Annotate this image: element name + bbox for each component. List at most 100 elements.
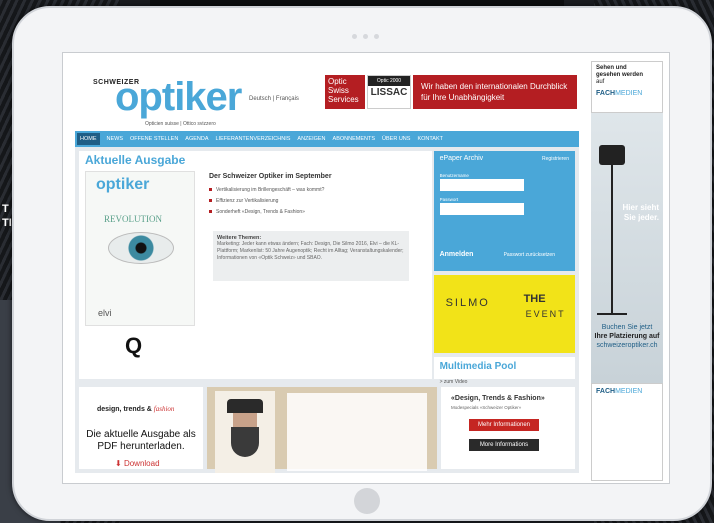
home-button[interactable] bbox=[354, 488, 380, 514]
cover-title: optiker bbox=[96, 176, 150, 193]
article-title: Der Schweizer Optiker im September bbox=[209, 173, 332, 180]
nav-news[interactable]: NEWS bbox=[107, 136, 124, 142]
sky-buchen-text: Buchen Sie jetzt Ihre Platzierung auf sc… bbox=[593, 323, 661, 350]
background-text: T TI bbox=[2, 202, 12, 230]
current-issue-panel: Aktuelle Ausgabe optiker REVOLUTION elvi… bbox=[79, 151, 432, 379]
article-bullet[interactable]: Effizienz zur Vertikalisierung bbox=[209, 198, 324, 204]
download-label: Download bbox=[123, 459, 160, 468]
background-text-line2: TI bbox=[2, 217, 12, 229]
mehr-informationen-button[interactable]: Mehr Informationen bbox=[469, 419, 539, 431]
username-label: Benutzername bbox=[439, 173, 469, 178]
man-photo bbox=[215, 391, 275, 473]
forgot-password-link[interactable]: Passwort zurücksetzen bbox=[504, 252, 555, 258]
magazine-pages bbox=[287, 393, 427, 471]
more-informations-button[interactable]: More Informations bbox=[469, 439, 539, 451]
fashion-subtitle: Modespecials «Schweizer Optiker» bbox=[451, 405, 522, 410]
sky-buchen: Buchen Sie jetzt bbox=[601, 324, 653, 331]
dtf-fashion: fashion bbox=[153, 405, 175, 413]
silmo-ad[interactable]: SILMO THE EVENT bbox=[433, 275, 575, 353]
sky-ad-top: Sehen und gesehen werden auf FACHMEDIEN bbox=[591, 61, 663, 113]
article-bullets: Vertikalisierung im Brillengeschäft – wa… bbox=[209, 187, 324, 220]
site-logo[interactable]: optiker bbox=[115, 77, 242, 117]
epaper-login: ePaper Archiv Registrieren Benutzername … bbox=[433, 151, 575, 271]
right-column: ePaper Archiv Registrieren Benutzername … bbox=[433, 151, 575, 385]
silmo-event: EVENT bbox=[525, 309, 566, 319]
password-input[interactable] bbox=[439, 203, 524, 215]
article-bullet[interactable]: Vertikalisierung im Brillengeschäft – wa… bbox=[209, 187, 324, 193]
pdf-download-box: design, trends & fashion Die aktuelle Au… bbox=[79, 387, 203, 469]
silmo-the: THE bbox=[523, 293, 546, 305]
sky-hier-text: Hier sieht Sie jeder. bbox=[622, 203, 659, 222]
sky-ad-bottom: FACHMEDIEN bbox=[591, 383, 663, 481]
sky-line3: auf bbox=[596, 79, 605, 85]
medien-text: MEDIEN bbox=[615, 90, 643, 97]
fashion-title: «Design, Trends & Fashion» bbox=[451, 395, 545, 402]
fach-text: FACH bbox=[596, 90, 616, 97]
ad-lissac-label: LISSAC bbox=[370, 87, 408, 98]
password-label: Passwort bbox=[439, 197, 459, 202]
epaper-title: ePaper Archiv bbox=[439, 155, 484, 162]
nav-agenda[interactable]: AGENDA bbox=[185, 136, 208, 142]
hat-shape bbox=[227, 399, 263, 413]
medien-text-2: MEDIEN bbox=[615, 388, 643, 395]
fachmedien-logo: FACHMEDIEN bbox=[596, 90, 658, 97]
main-nav: HOME NEWS OFFENE STELLEN AGENDA LIEFERAN… bbox=[75, 131, 579, 147]
main-content: Aktuelle Ausgabe optiker REVOLUTION elvi… bbox=[75, 147, 579, 385]
nav-anzeigen[interactable]: ANZEIGEN bbox=[297, 136, 325, 142]
logo-tagline: Opticien suisse | Ottico svizzero bbox=[145, 121, 216, 127]
tablet-screen: SCHWEIZER optiker Opticien suisse | Otti… bbox=[62, 52, 670, 484]
nav-kontakt[interactable]: KONTAKT bbox=[417, 136, 443, 142]
website: SCHWEIZER optiker Opticien suisse | Otti… bbox=[75, 61, 579, 473]
nav-lieferanten[interactable]: LIEFERANTENVERZEICHNIS bbox=[216, 136, 291, 142]
sky-line1: Sehen und bbox=[596, 65, 627, 71]
register-link[interactable]: Registrieren bbox=[542, 156, 569, 162]
login-button[interactable]: Anmelden bbox=[440, 251, 474, 258]
sky-platz: Ihre Platzierung auf bbox=[594, 333, 660, 340]
ad-lissac-top: Optic 2000 bbox=[368, 76, 410, 86]
download-icon: ⬇ bbox=[115, 459, 124, 468]
site-header: SCHWEIZER optiker Opticien suisse | Otti… bbox=[75, 61, 579, 131]
dtf-title: design, trends & fashion bbox=[97, 405, 174, 413]
multimedia-title[interactable]: Multimedia Pool bbox=[440, 361, 517, 372]
spotlight-stand bbox=[611, 165, 613, 315]
article-bullet[interactable]: Sonderheft «Design, Trends & Fashion» bbox=[209, 209, 324, 215]
nav-offene-stellen[interactable]: OFFENE STELLEN bbox=[130, 136, 178, 142]
current-issue-title: Aktuelle Ausgabe bbox=[85, 153, 186, 167]
download-link[interactable]: ⬇ Download bbox=[115, 459, 160, 468]
skyscraper-ad[interactable]: Sehen und gesehen werden auf FACHMEDIEN … bbox=[591, 61, 663, 481]
nav-abonnements[interactable]: ABONNEMENTS bbox=[333, 136, 375, 142]
spotlight-legs bbox=[597, 313, 627, 315]
fashion-special-box: «Design, Trends & Fashion» Modespecials … bbox=[441, 387, 575, 469]
nav-home[interactable]: HOME bbox=[77, 133, 100, 145]
cover-headline: REVOLUTION bbox=[104, 214, 162, 224]
username-input[interactable] bbox=[439, 179, 524, 191]
eye-image bbox=[108, 232, 174, 264]
tablet-frame: SCHWEIZER optiker Opticien suisse | Otti… bbox=[12, 6, 712, 521]
ad-optic-swiss[interactable]: Optic Swiss Services bbox=[325, 75, 365, 109]
video-link[interactable]: > zum Video bbox=[440, 379, 468, 385]
magazine-cover[interactable]: optiker REVOLUTION elvi bbox=[85, 171, 195, 326]
more-topics-text: Marketing: Jeder kann etwas ändern; Fach… bbox=[217, 241, 404, 261]
fachmedien-logo-bottom: FACHMEDIEN bbox=[592, 384, 662, 399]
ad-durchblick[interactable]: Wir haben den internationalen Durchblick… bbox=[413, 75, 577, 109]
nav-ueber-uns[interactable]: ÜBER UNS bbox=[382, 136, 410, 142]
ad-lissac[interactable]: Optic 2000 LISSAC bbox=[367, 75, 411, 109]
more-topics-box: Weitere Themen: Marketing: Jeder kann et… bbox=[213, 231, 409, 281]
multimedia-pool: Multimedia Pool > zum Video bbox=[433, 357, 575, 385]
q-publication-logo: Q bbox=[125, 333, 143, 358]
silmo-label: SILMO bbox=[445, 297, 490, 309]
sky-ad-lamp: Hier sieht Sie jeder. Buchen Sie jetzt I… bbox=[591, 113, 663, 383]
sky-line2: gesehen werden bbox=[596, 72, 644, 78]
beard-shape bbox=[231, 427, 259, 457]
language-switch[interactable]: Deutsch | Français bbox=[249, 96, 299, 102]
cover-brand: elvi bbox=[98, 308, 112, 318]
background-text-line1: T bbox=[2, 203, 9, 215]
spotlight-icon bbox=[599, 145, 625, 165]
bottom-row: design, trends & fashion Die aktuelle Au… bbox=[75, 383, 579, 473]
dtf-prefix: design, trends & bbox=[97, 406, 154, 413]
fach-text-2: FACH bbox=[596, 388, 616, 395]
pdf-text: Die aktuelle Ausgabe als PDF herunterlad… bbox=[86, 429, 196, 452]
camera-dots bbox=[352, 34, 379, 39]
fashion-preview-image[interactable] bbox=[207, 387, 437, 473]
sky-url: schweizeroptiker.ch bbox=[596, 342, 658, 349]
